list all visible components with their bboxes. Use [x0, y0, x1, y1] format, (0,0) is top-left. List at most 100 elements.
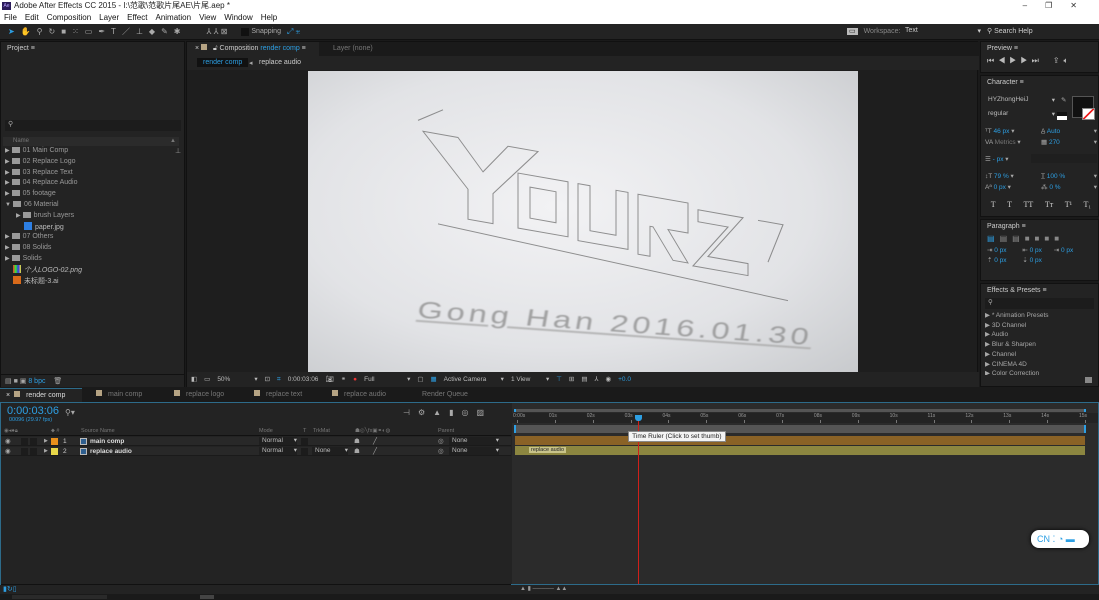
transparency-grid-icon[interactable]: ▦ [431, 372, 437, 387]
menu-effect[interactable]: Effect [127, 12, 147, 24]
bpc-button[interactable]: 8 bpc [28, 378, 45, 385]
effects-category[interactable]: ▶ 3D Channel [985, 321, 1098, 331]
menu-composition[interactable]: Composition [47, 12, 91, 24]
shy-icon[interactable]: ▲ [433, 408, 449, 417]
triangle-right-icon[interactable]: ▶ [5, 256, 10, 262]
layer-name[interactable]: main comp [90, 437, 124, 446]
safe-zones-icon[interactable]: ⊡ [265, 372, 270, 387]
channel-icon[interactable]: ● [353, 372, 357, 387]
first-frame-icon[interactable]: ⏮ [987, 56, 998, 65]
text-style-button[interactable]: T [991, 199, 996, 210]
triangle-down-icon[interactable]: ▼ [5, 202, 11, 208]
black-white-swatch[interactable] [1057, 112, 1067, 120]
effects-category[interactable]: ▶ Channel [985, 350, 1098, 360]
text-style-button[interactable]: Tт [1045, 199, 1053, 210]
visibility-eye-icon[interactable]: ◉ [5, 437, 11, 446]
roto-brush-icon[interactable]: ✎ [161, 27, 168, 36]
graph-editor-icon[interactable]: ▨ [476, 408, 492, 417]
layer-row[interactable]: ◉ ▶ 2 replace audio Normal ▾ None ▾ ☗ ╱ ◎ None ▾ [1, 447, 511, 456]
menu-animation[interactable]: Animation [155, 12, 191, 24]
space-after-field[interactable]: 0 px [1030, 257, 1042, 264]
search-help[interactable]: ⚲ Search Help [987, 27, 1033, 35]
flowchart-icon[interactable]: ⊥ [175, 147, 181, 155]
text-style-button[interactable]: T₁ [1084, 199, 1092, 210]
panel-menu-icon[interactable]: ≡ [31, 45, 35, 52]
prev-frame-icon[interactable]: ◀ [998, 56, 1009, 65]
menu-file[interactable]: File [4, 12, 17, 24]
mask-visibility-icon[interactable]: ⌗ [277, 372, 281, 387]
project-item[interactable]: ▶ 01 Main Comp [3, 146, 173, 157]
layer-duration-bar[interactable] [515, 436, 1085, 445]
parent-pickwhip-icon[interactable]: ◎ [438, 437, 444, 446]
justify-last-center-icon[interactable]: ■ [1035, 234, 1045, 243]
font-family-dropdown[interactable]: HYZhongHeiJ ▾ [985, 96, 1055, 104]
playhead-handle[interactable] [635, 415, 643, 421]
hand-tool-icon[interactable]: ✋ [21, 27, 31, 36]
layer-name[interactable]: replace audio [90, 447, 132, 456]
lock-switch[interactable] [30, 448, 37, 455]
tsume-field[interactable]: 0 % [1049, 184, 1060, 191]
font-style-dropdown[interactable]: regular ▾ [985, 110, 1055, 118]
triangle-right-icon[interactable]: ▶ [5, 245, 10, 251]
expand-triangle-icon[interactable]: ▶ [44, 447, 48, 456]
axis-icon[interactable]: ⅄ ⅄ ⊠ [206, 27, 227, 36]
blend-mode-dropdown[interactable]: Normal ▾ [259, 437, 297, 445]
tab-composition[interactable]: × 🔓︎ Composition render comp ≡ [187, 42, 319, 56]
kerning-field[interactable]: Metrics [995, 139, 1016, 146]
quality-switch-icon[interactable]: ╱ [373, 447, 377, 456]
play-icon[interactable]: ▶ [1009, 56, 1020, 65]
current-time-display[interactable]: 0:00:03:06 [7, 405, 59, 417]
scroll-thumb[interactable] [200, 595, 214, 599]
triangle-right-icon[interactable]: ▶ [5, 148, 10, 154]
always-preview-icon[interactable]: ◧ [191, 372, 197, 387]
project-item[interactable]: ▶ Solids [3, 254, 173, 265]
first-line-indent-field[interactable]: 0 px [1061, 247, 1073, 254]
last-frame-icon[interactable]: ⏭ [1032, 56, 1043, 65]
brush-tool-icon[interactable]: ／ [122, 26, 130, 37]
project-item[interactable]: 个人LOGO-02.png [3, 264, 173, 276]
project-item[interactable]: ▼ 06 Material [3, 200, 173, 211]
resize-handle[interactable] [1085, 377, 1092, 383]
pan-behind-icon[interactable]: ⁙ [72, 27, 79, 36]
trash-icon[interactable]: 🗑 [53, 378, 62, 385]
layer-search-icon[interactable]: ⚲▾ [65, 408, 75, 417]
timeline-tab[interactable]: × render comp [0, 388, 82, 402]
leading-field[interactable]: Auto [1047, 128, 1060, 135]
timeline-icon[interactable]: ▤ [581, 372, 587, 387]
exposure-value[interactable]: +0.0 [618, 372, 631, 387]
text-style-button[interactable]: TT [1024, 199, 1034, 210]
eyedropper-icon[interactable]: ✎ [1061, 96, 1066, 104]
selection-tool-icon[interactable]: ➤ [8, 27, 15, 36]
effects-category[interactable]: ▶ Color Correction [985, 369, 1098, 375]
horizontal-scale-field[interactable]: 100 % [1047, 173, 1065, 180]
clone-stamp-icon[interactable]: ⊥ [136, 27, 143, 36]
project-item[interactable]: ▶ brush Layers [3, 211, 173, 222]
snapshot-icon[interactable]: 📷︎ [325, 372, 333, 387]
mode-header[interactable]: Mode [259, 427, 273, 436]
effects-category[interactable]: ▶ CINEMA 4D [985, 360, 1098, 370]
next-frame-icon[interactable]: ▶ [1020, 56, 1031, 65]
frame-blending-icon[interactable]: ▮ [449, 408, 461, 417]
rectangle-tool-icon[interactable]: ▭ [85, 27, 93, 36]
fast-previews-icon[interactable]: ⊞ [569, 372, 574, 387]
parent-header[interactable]: Parent [438, 427, 454, 436]
project-item[interactable]: ▶ 04 Replace Audio [3, 178, 173, 189]
comp-viewer-canvas[interactable]: Gong Han 2016.01.30 [308, 71, 858, 372]
project-item[interactable]: 未标题-3.ai [3, 275, 173, 287]
toggle-pixel-icon[interactable]: ⊤ [556, 372, 562, 387]
menu-edit[interactable]: Edit [25, 12, 39, 24]
expand-triangle-icon[interactable]: ▶ [44, 437, 48, 446]
indent-left-field[interactable]: 0 px [994, 247, 1006, 254]
timeline-tab[interactable]: main comp [90, 388, 172, 402]
draft-3d-icon[interactable]: ⚙ [418, 408, 433, 417]
stroke-color-swatch[interactable] [1082, 108, 1095, 120]
audio-icon[interactable]: 🔈︎ [1064, 56, 1073, 65]
justify-last-right-icon[interactable]: ■ [1044, 234, 1054, 243]
menu-view[interactable]: View [199, 12, 216, 24]
justify-last-left-icon[interactable]: ■ [1025, 234, 1035, 243]
shy-switch-icon[interactable]: ☗ [354, 447, 360, 456]
quality-switch-icon[interactable]: ╱ [373, 437, 377, 446]
workspace-dropdown[interactable]: Text ▾ [905, 27, 981, 35]
view-layout-dropdown[interactable]: 1 View [511, 372, 539, 387]
trkmat-header[interactable]: TrkMat [313, 427, 330, 436]
